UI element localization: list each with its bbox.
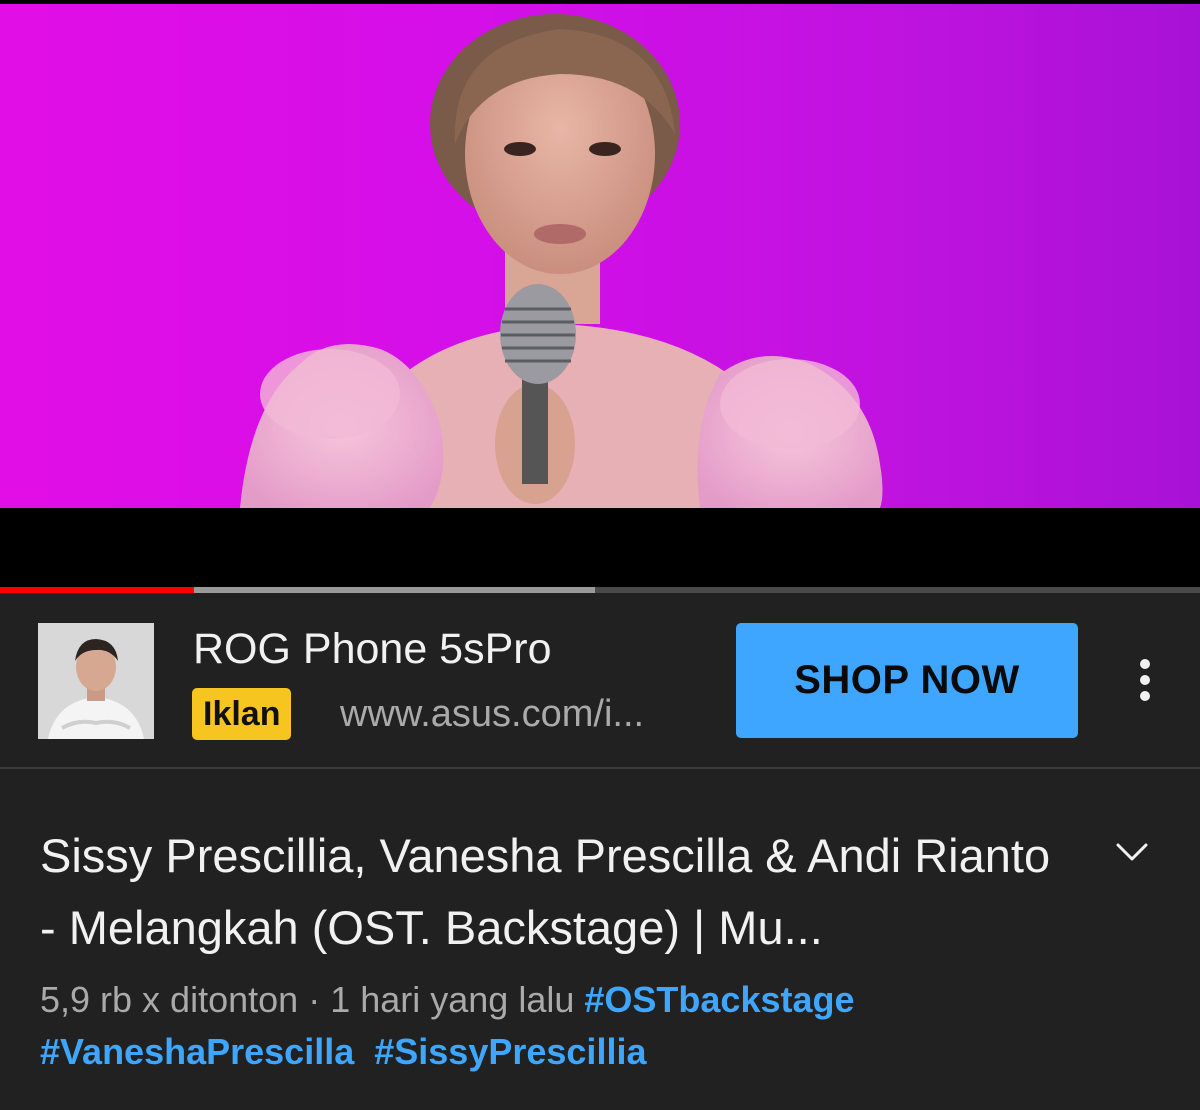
meta-separator: · <box>308 979 321 1020</box>
divider <box>0 767 1200 769</box>
ad-title[interactable]: ROG Phone 5sPro <box>193 625 552 674</box>
ad-badge: Iklan <box>192 688 292 740</box>
hashtag-ostbackstage[interactable]: #OSTbackstage <box>584 979 854 1020</box>
chevron-down-icon[interactable] <box>1112 832 1152 872</box>
video-player[interactable] <box>0 0 1200 593</box>
more-vert-icon[interactable] <box>1125 655 1165 705</box>
shop-now-button[interactable]: SHOP NOW <box>736 623 1078 738</box>
ad-thumbnail[interactable] <box>38 623 154 739</box>
advertiser-photo-image <box>38 623 154 739</box>
youtube-watch-screen: ROG Phone 5sPro Iklan www.asus.com/i... … <box>0 0 1200 1110</box>
ad-url[interactable]: www.asus.com/i... <box>340 693 644 736</box>
video-scene-image <box>240 14 883 508</box>
video-title[interactable]: Sissy Prescillia, Vanesha Prescilla & An… <box>40 820 1070 964</box>
video-frame[interactable] <box>0 4 1200 508</box>
view-count: 5,9 rb x ditonton <box>40 979 299 1020</box>
ad-banner[interactable]: ROG Phone 5sPro Iklan www.asus.com/i... … <box>0 593 1200 767</box>
upload-time: 1 hari yang lalu <box>330 979 575 1020</box>
hashtag-sissyprescillia[interactable]: #SissyPrescillia <box>374 1031 646 1072</box>
hashtag-vaneshaprescilla[interactable]: #VaneshaPrescilla <box>40 1031 354 1072</box>
video-meta: 5,9 rb x ditonton · 1 hari yang lalu #OS… <box>40 974 1160 1078</box>
